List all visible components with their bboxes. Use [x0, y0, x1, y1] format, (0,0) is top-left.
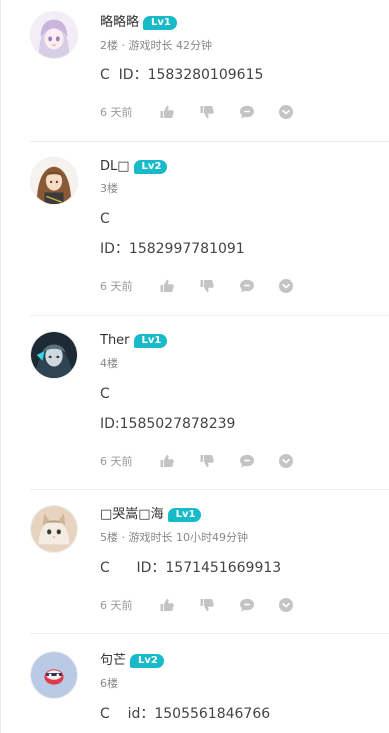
floor-number: 4楼: [100, 357, 118, 370]
more-chevron-icon[interactable]: [278, 278, 294, 294]
comment-item: Ther Lv1 4楼 C ID:1585027878239 6 天前: [0, 316, 389, 490]
thumbs-up-icon[interactable]: [159, 104, 175, 120]
floor-number: 3楼: [100, 182, 118, 195]
reply-bubble-icon[interactable]: [239, 453, 255, 469]
comment-item: □哭嵩□海 Lv1 5楼 · 游戏时长 10小时49分钟 C ID：157145…: [0, 490, 389, 634]
post-time: 6 天前: [100, 106, 133, 119]
name-row: 略略略 Lv1: [100, 14, 177, 32]
reply-bubble-icon[interactable]: [239, 278, 255, 294]
more-chevron-icon[interactable]: [278, 104, 294, 120]
comment-item: DL□ Lv2 3楼 C ID：1582997781091 6 天前: [0, 142, 389, 316]
anime-girl-avatar-icon: [31, 12, 77, 58]
level-badge: Lv1: [167, 508, 202, 522]
anime-soldier-avatar-icon: [31, 158, 77, 204]
playtime-text: · 游戏时长 10小时49分钟: [118, 531, 248, 544]
comment-text: C id：1505561846766: [100, 706, 271, 722]
level-badge: Lv1: [133, 334, 168, 348]
comment-text: ID:1585027878239: [100, 416, 236, 432]
comment-meta: 6楼: [100, 677, 118, 691]
cat-avatar-icon: [31, 506, 77, 552]
comment-text: C ID：1583280109615: [100, 67, 264, 83]
user-avatar[interactable]: [30, 651, 78, 699]
username[interactable]: □哭嵩□海: [100, 506, 164, 524]
level-badge: Lv2: [133, 160, 168, 174]
comment-meta: 3楼: [100, 182, 118, 196]
level-badge: Lv1: [143, 16, 177, 30]
thumbs-up-icon[interactable]: [159, 453, 175, 469]
username[interactable]: 略略略: [100, 14, 139, 32]
thumbs-down-icon[interactable]: [199, 597, 215, 613]
name-row: Ther Lv1: [100, 332, 168, 350]
user-avatar[interactable]: [30, 11, 78, 59]
comment-text: C ID：1571451669913: [100, 560, 282, 576]
thumbs-up-icon[interactable]: [159, 278, 175, 294]
comment-item: 略略略 Lv1 2楼 · 游戏时长 42分钟 C ID：158328010961…: [0, 0, 389, 142]
user-avatar[interactable]: [30, 157, 78, 205]
username[interactable]: Ther: [100, 332, 130, 350]
comment-meta: 4楼: [100, 357, 118, 371]
comment-text: C: [100, 211, 110, 227]
thumbs-up-icon[interactable]: [159, 597, 175, 613]
comment-item: 句芒 Lv2 6楼 C id：1505561846766: [0, 634, 389, 733]
thumbs-down-icon[interactable]: [199, 453, 215, 469]
thumbs-down-icon[interactable]: [199, 104, 215, 120]
level-badge: Lv2: [130, 654, 164, 668]
post-time: 6 天前: [100, 455, 133, 468]
user-avatar[interactable]: [30, 505, 78, 553]
username[interactable]: DL□: [100, 158, 130, 176]
name-row: □哭嵩□海 Lv1: [100, 506, 202, 524]
more-chevron-icon[interactable]: [278, 597, 294, 613]
reply-bubble-icon[interactable]: [239, 597, 255, 613]
playtime-text: · 游戏时长 42分钟: [118, 39, 212, 52]
name-row: DL□ Lv2: [100, 158, 168, 176]
name-row: 句芒 Lv2: [100, 652, 164, 670]
floor-number: 5楼: [100, 531, 118, 544]
comment-text: C: [100, 386, 110, 402]
thumbs-down-icon[interactable]: [199, 278, 215, 294]
floor-number: 2楼: [100, 39, 118, 52]
comment-meta: 5楼 · 游戏时长 10小时49分钟: [100, 531, 248, 545]
user-avatar[interactable]: [30, 331, 78, 379]
floor-number: 6楼: [100, 677, 118, 690]
comment-meta: 2楼 · 游戏时长 42分钟: [100, 39, 212, 53]
dark-robot-avatar-icon: [31, 332, 77, 378]
comment-text: ID：1582997781091: [100, 241, 245, 257]
blue-mascot-avatar-icon: [31, 652, 77, 698]
post-time: 6 天前: [100, 599, 133, 612]
reply-bubble-icon[interactable]: [239, 104, 255, 120]
username[interactable]: 句芒: [100, 652, 126, 670]
more-chevron-icon[interactable]: [278, 453, 294, 469]
post-time: 6 天前: [100, 280, 133, 293]
